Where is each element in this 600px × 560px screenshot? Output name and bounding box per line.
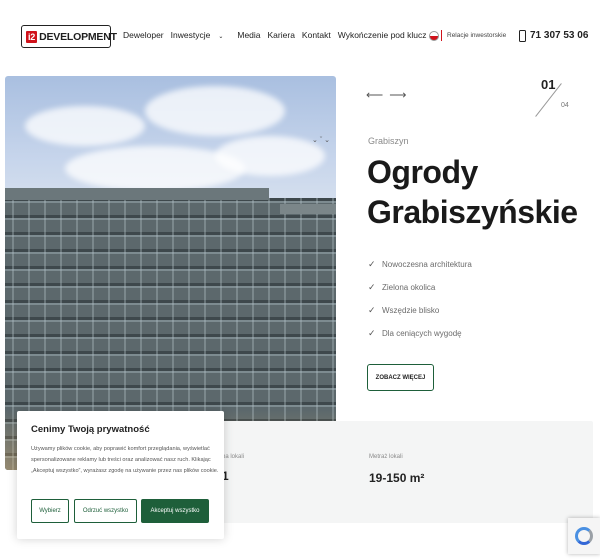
slide-total: 04 (561, 102, 569, 109)
nav-item-deweloper[interactable]: Deweloper (123, 30, 164, 40)
feature-item: ✓ Nowoczesna architektura (368, 253, 472, 276)
see-more-button[interactable]: ZOBACZ WIĘCEJ (367, 364, 434, 391)
nav-item-wykonczenie[interactable]: Wykończenie pod klucz (338, 30, 427, 40)
cookie-consent-dialog: Cenimy Twoją prywatność Używamy plików c… (17, 411, 224, 539)
language-flag-icon[interactable] (429, 31, 439, 41)
feature-item: ✓ Wszędzie blisko (368, 299, 472, 322)
main-nav: Deweloper Inwestycje ⌄ Media Kariera Kont… (123, 30, 434, 40)
recaptcha-badge[interactable] (568, 518, 600, 554)
nav-item-kariera[interactable]: Kariera (268, 30, 295, 40)
check-icon: ✓ (368, 259, 376, 269)
stat-value-area: 19-150 m² (369, 471, 425, 485)
project-location: Grabiszyn (368, 136, 409, 146)
header-divider (441, 30, 442, 41)
feature-item: ✓ Zielona okolica (368, 276, 472, 299)
check-icon: ✓ (368, 305, 376, 315)
cookie-accept-button[interactable]: Akceptuj wszystko (141, 499, 209, 523)
cookie-reject-button[interactable]: Odrzuć wszystko (74, 499, 137, 523)
company-logo[interactable]: i2 DEVELOPMENT (21, 25, 117, 48)
slide-current: 01 (541, 77, 556, 92)
feature-item: ✓ Dla ceniących wygodę (368, 322, 472, 345)
feature-label: Zielona okolica (382, 283, 436, 292)
check-icon: ✓ (368, 328, 376, 338)
stat-label-area: Metraż lokali (369, 454, 403, 460)
slider-arrows: ⟵⟶ (366, 88, 412, 102)
nav-item-inwestycje-label: Inwestycje (170, 30, 211, 40)
logo-mark: i2 (26, 30, 38, 43)
project-title-line1: Ogrody (367, 154, 478, 190)
investor-relations-link[interactable]: Relacje inwestorskie (447, 32, 506, 39)
arrow-right-icon[interactable]: ⟶ (389, 88, 412, 102)
birds-decoration: ⌄ ˇ ⌄ (312, 137, 330, 144)
phone-number-link[interactable]: 71 307 53 06 (530, 30, 588, 41)
nav-item-media[interactable]: Media (237, 30, 260, 40)
feature-label: Wszędzie blisko (382, 306, 440, 315)
cookie-title: Cenimy Twoją prywatność (31, 424, 150, 435)
project-title: Ogrody Grabiszyńskie (367, 152, 578, 232)
cookie-text: Używamy plików cookie, aby poprawić komf… (31, 446, 219, 475)
phone-icon (519, 30, 526, 42)
project-title-line2: Grabiszyńskie (367, 194, 578, 230)
recaptcha-icon (575, 527, 593, 545)
check-icon: ✓ (368, 282, 376, 292)
stats-panel: ba lokali 1 Metraż lokali 19-150 m² (197, 421, 593, 523)
chevron-down-icon: ⌄ (218, 34, 224, 40)
logo-text: DEVELOPMENT (39, 30, 117, 43)
feature-label: Nowoczesna architektura (382, 260, 472, 269)
nav-item-kontakt[interactable]: Kontakt (302, 30, 331, 40)
feature-list: ✓ Nowoczesna architektura ✓ Zielona okolic… (368, 253, 472, 345)
cookie-customize-button[interactable]: Wybierz (31, 499, 69, 523)
stat-label-units: ba lokali (222, 454, 245, 460)
arrow-left-icon[interactable]: ⟵ (366, 88, 389, 102)
feature-label: Dla ceniących wygodę (382, 329, 462, 338)
nav-item-inwestycje[interactable]: Inwestycje ⌄ (171, 30, 231, 40)
